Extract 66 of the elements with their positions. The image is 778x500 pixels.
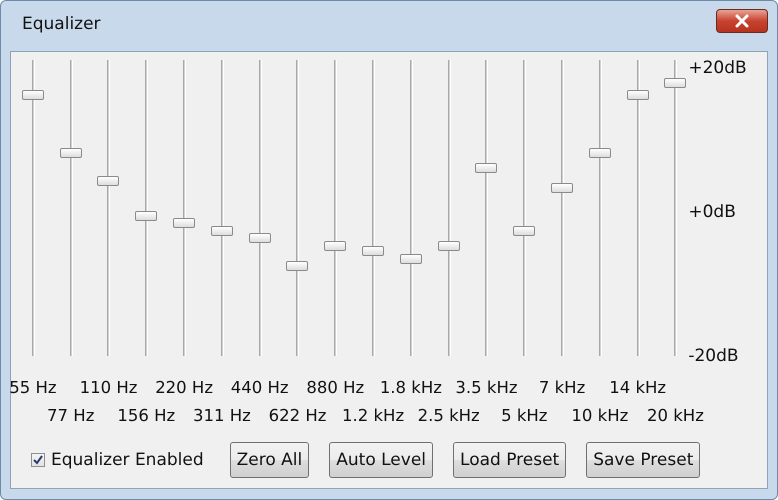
slider-track[interactable] <box>448 60 451 356</box>
band-label: 1.8 kHz <box>380 377 442 399</box>
band-label: 880 Hz <box>306 377 364 399</box>
slider-thumb[interactable] <box>664 78 686 88</box>
band-label: 77 Hz <box>47 405 94 427</box>
slider-thumb[interactable] <box>60 148 82 158</box>
band-label: 156 Hz <box>117 405 176 427</box>
band-label: 20 kHz <box>647 405 704 427</box>
slider-track[interactable] <box>220 60 224 356</box>
slider-track[interactable] <box>674 60 678 356</box>
band-label: 1.2 kHz <box>342 405 404 427</box>
slider-thumb[interactable] <box>551 183 574 194</box>
slider-track[interactable] <box>258 60 262 356</box>
close-button[interactable] <box>716 9 768 33</box>
slider-thumb[interactable] <box>362 246 384 256</box>
slider-track[interactable] <box>145 60 148 356</box>
slider-track[interactable] <box>372 60 376 356</box>
band-label: 10 kHz <box>571 405 628 427</box>
band-label: 3.5 kHz <box>455 377 518 399</box>
slider-thumb[interactable] <box>286 260 308 271</box>
scale-label: +20dB <box>688 58 747 78</box>
band-label: 311 Hz <box>192 405 251 427</box>
slider-thumb[interactable] <box>22 90 44 100</box>
slider-thumb[interactable] <box>400 254 422 264</box>
band-label: 7 kHz <box>538 377 586 399</box>
band-label: 14 kHz <box>609 377 666 399</box>
action-button[interactable]: Zero All <box>230 442 310 478</box>
action-button[interactable]: Save Preset <box>586 442 700 478</box>
slider-track[interactable] <box>523 60 526 356</box>
slider-thumb[interactable] <box>173 218 196 228</box>
band-label: 5 kHz <box>501 405 548 427</box>
slider-thumb[interactable] <box>438 241 460 252</box>
slider-track[interactable] <box>32 60 35 356</box>
action-button[interactable]: Auto Level <box>329 442 434 478</box>
band-label: 220 Hz <box>155 377 213 399</box>
slider-track[interactable] <box>70 60 73 356</box>
slider-thumb[interactable] <box>475 162 498 173</box>
slider-track[interactable] <box>334 60 338 356</box>
slider-track[interactable] <box>296 60 300 356</box>
checkbox[interactable] <box>31 453 45 467</box>
scale-label: +0dB <box>688 202 737 222</box>
slider-thumb[interactable] <box>248 232 271 243</box>
band-label: 110 Hz <box>80 377 138 399</box>
slider-track[interactable] <box>636 60 640 356</box>
slider-track[interactable] <box>183 60 186 356</box>
slider-thumb[interactable] <box>588 148 611 158</box>
band-label: 2.5 kHz <box>418 405 480 427</box>
checkbox-label: Equalizer Enabled <box>51 450 204 470</box>
action-button[interactable]: Load Preset <box>453 442 566 478</box>
slider-track[interactable] <box>598 60 602 356</box>
slider-thumb[interactable] <box>210 226 233 236</box>
slider-track[interactable] <box>561 60 564 356</box>
band-label: 55 Hz <box>9 377 57 399</box>
slider-thumb[interactable] <box>324 241 346 252</box>
band-label: 440 Hz <box>230 377 289 399</box>
slider-thumb[interactable] <box>513 226 536 236</box>
slider-thumb[interactable] <box>626 90 649 100</box>
band-label: 622 Hz <box>268 405 326 427</box>
slider-thumb[interactable] <box>97 176 120 186</box>
scale-label: -20dB <box>688 346 740 366</box>
close-icon <box>734 14 750 28</box>
slider-track[interactable] <box>485 60 488 356</box>
slider-thumb[interactable] <box>135 211 158 222</box>
window-title: Equalizer <box>21 14 101 34</box>
slider-track[interactable] <box>107 60 110 356</box>
slider-track[interactable] <box>410 60 413 356</box>
